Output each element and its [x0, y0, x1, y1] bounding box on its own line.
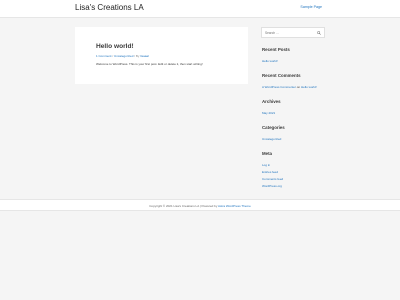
author-link[interactable]: lisaaal — [140, 54, 149, 58]
post-meta: 1 Comment / Uncategorized / By lisaaal — [96, 54, 149, 58]
post-card: Hello world! 1 Comment / Uncategorized /… — [75, 27, 248, 84]
recent-comment-item: A WordPress Commenter on Hello world! — [262, 85, 317, 89]
category-link[interactable]: Uncategorized — [114, 54, 133, 58]
comment-author-link[interactable]: A WordPress Commenter — [262, 85, 296, 89]
meta-link-comments-feed[interactable]: Comments feed — [262, 177, 283, 181]
recent-posts-title: Recent Posts — [262, 47, 290, 52]
site-title[interactable]: Lisa's Creations LA — [75, 3, 144, 12]
archive-link[interactable]: May 2021 — [262, 111, 275, 115]
archives-title: Archives — [262, 99, 281, 104]
category-widget-link[interactable]: Uncategorized — [262, 137, 281, 141]
footer-theme-link[interactable]: Astra WordPress Theme — [218, 204, 251, 208]
search-input[interactable] — [265, 30, 315, 36]
categories-title: Categories — [262, 125, 285, 130]
site-header: Lisa's Creations LA Sample Page — [0, 0, 400, 18]
post-excerpt: Welcome to WordPress. This is your first… — [96, 62, 203, 66]
comment-post-link[interactable]: Hello world! — [301, 85, 317, 89]
site-footer: Copyright © 2021 Lisa's Creations LA | P… — [0, 199, 400, 211]
meta-link-entries-feed[interactable]: Entries feed — [262, 170, 278, 174]
meta-link-login[interactable]: Log in — [262, 163, 270, 167]
comment-link[interactable]: 1 Comment — [96, 54, 112, 58]
nav-link-sample-page[interactable]: Sample Page — [300, 5, 322, 9]
meta-title: Meta — [262, 151, 273, 156]
meta-link-wordpress-org[interactable]: WordPress.org — [262, 184, 282, 188]
footer-text: Copyright © 2021 Lisa's Creations LA | P… — [0, 204, 400, 208]
search-box — [261, 27, 325, 38]
search-icon[interactable] — [317, 31, 321, 35]
footer-copyright: Copyright © 2021 Lisa's Creations LA | P… — [149, 204, 219, 208]
recent-post-link[interactable]: Hello world! — [262, 59, 278, 63]
recent-comments-title: Recent Comments — [262, 73, 301, 78]
post-title[interactable]: Hello world! — [96, 43, 134, 50]
